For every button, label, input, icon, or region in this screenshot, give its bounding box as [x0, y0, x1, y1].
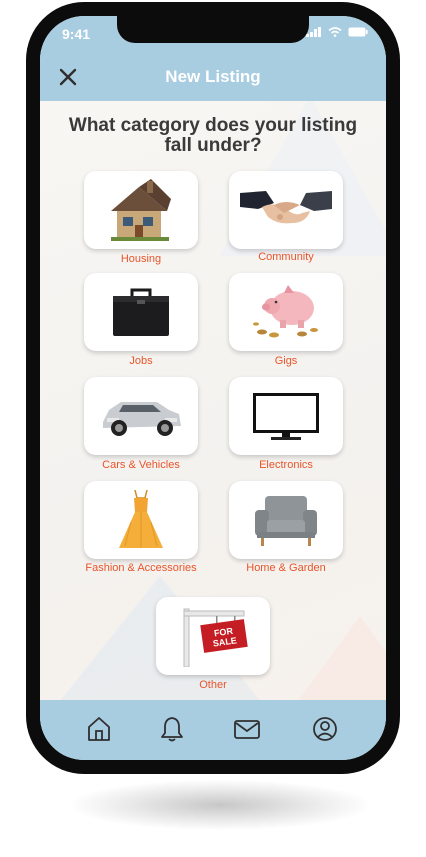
house-image [111, 179, 171, 241]
armchair-image [255, 496, 317, 546]
briefcase-image [113, 288, 169, 336]
category-tile-gigs[interactable] [229, 273, 343, 351]
header-bar: 9:41 New Listing [40, 16, 386, 101]
category-label-jobs: Jobs [129, 355, 153, 367]
bottom-nav [40, 700, 386, 760]
mail-icon[interactable] [233, 715, 261, 743]
wifi-icon [328, 27, 342, 37]
category-tile-other[interactable]: FOR SALE [156, 597, 270, 675]
dress-image [119, 489, 163, 548]
television-image [253, 393, 319, 440]
category-tile-jobs[interactable] [84, 273, 198, 351]
notch [117, 16, 309, 43]
category-tile-electronics[interactable] [229, 377, 343, 455]
category-label-community: Community [258, 251, 314, 263]
for-sale-sign-image: FOR SALE [183, 608, 248, 667]
screen: 9:41 New Listing What category does your… [40, 16, 386, 760]
category-tile-housing[interactable] [84, 171, 198, 249]
page-title: New Listing [165, 67, 261, 86]
category-label-fashion: Fashion & Accessories [85, 562, 197, 574]
status-time: 9:41 [62, 26, 91, 42]
category-tile-fashion[interactable] [84, 481, 198, 559]
category-tile-home-garden[interactable] [229, 481, 343, 559]
profile-icon[interactable] [311, 715, 339, 743]
category-label-other: Other [199, 679, 227, 691]
category-tile-community[interactable] [229, 171, 343, 249]
category-label-gigs: Gigs [274, 355, 298, 367]
category-label-housing: Housing [120, 253, 162, 265]
category-label-home-garden: Home & Garden [246, 562, 326, 574]
piggy-bank-image [253, 285, 318, 338]
category-label-electronics: Electronics [259, 459, 313, 471]
category-label-cars: Cars & Vehicles [102, 459, 180, 471]
category-tile-cars[interactable] [84, 377, 198, 455]
car-image [103, 402, 181, 436]
home-icon[interactable] [85, 715, 113, 743]
handshake-image [240, 191, 332, 224]
battery-icon [348, 27, 368, 37]
status-icons [306, 27, 368, 37]
bell-icon[interactable] [158, 715, 186, 743]
category-question: What category does your listing fall und… [68, 115, 358, 156]
phone-shadow [70, 780, 370, 830]
phone-frame: 9:41 New Listing What category does your… [26, 2, 400, 774]
